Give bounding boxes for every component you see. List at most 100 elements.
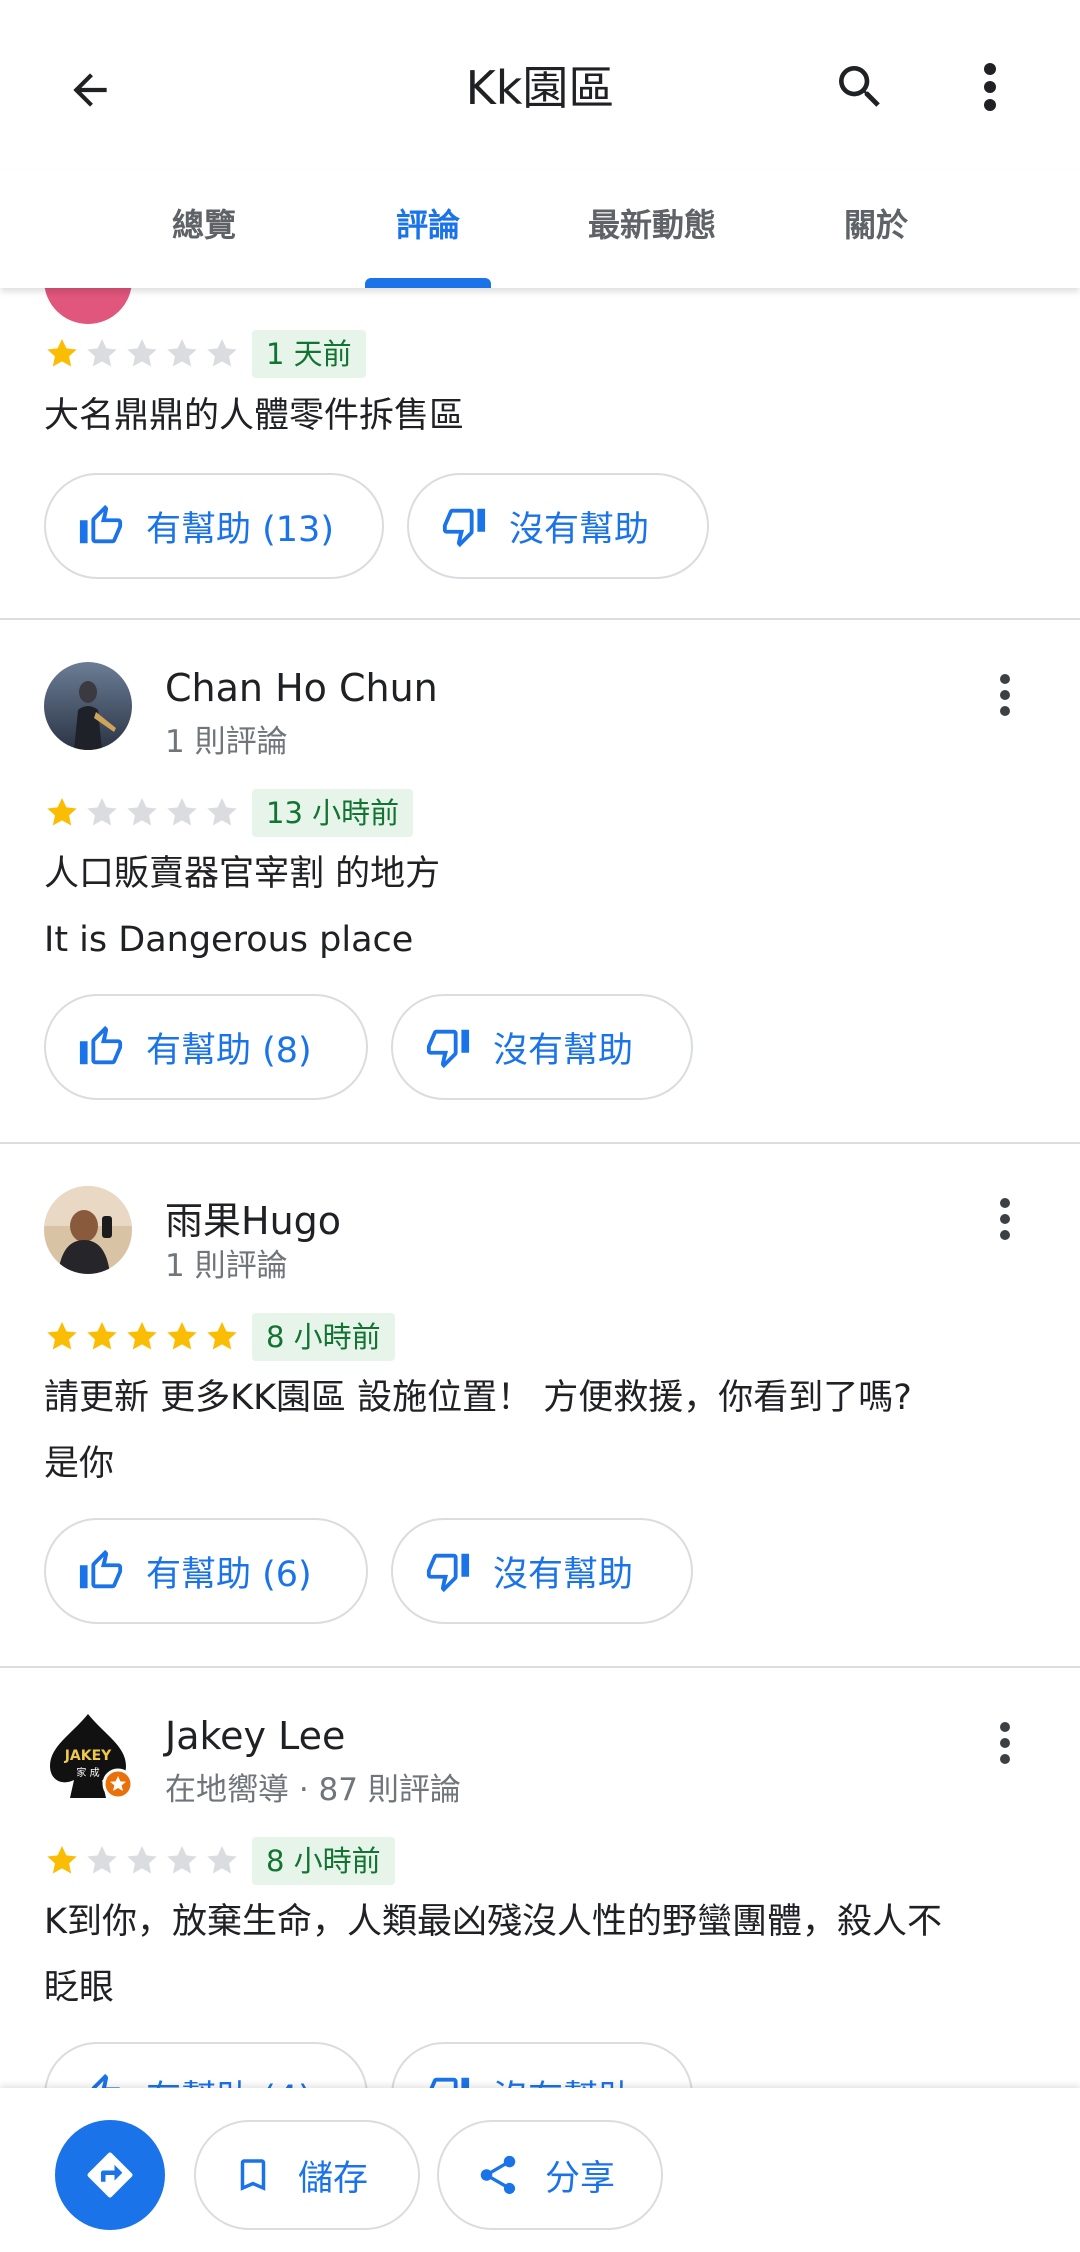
review-item: Chan Ho Chun 1 則評論 13 小時前 人口販賣器官宰割 的地方 I…: [0, 620, 1080, 1142]
bottom-action-bar: 儲存 分享: [0, 2088, 1080, 2252]
reviewer-meta: 1 則評論: [165, 724, 288, 760]
review-more-button[interactable]: [985, 1708, 1025, 1778]
avatar[interactable]: [44, 288, 132, 324]
star-empty-icon: [87, 1846, 117, 1874]
helpful-button[interactable]: 有幫助 (13): [44, 473, 384, 579]
review-text-line: 人口販賣器官宰割 的地方: [44, 854, 441, 894]
star-empty-icon: [87, 798, 117, 826]
active-tab-indicator: [365, 278, 491, 288]
directions-button[interactable]: [55, 2120, 165, 2230]
reviewer-name[interactable]: Chan Ho Chun: [165, 666, 438, 710]
more-options-button[interactable]: [955, 52, 1025, 122]
review-text: 人口販賣器官宰割 的地方 It is Dangerous place: [44, 841, 1034, 973]
reviewer-name[interactable]: 雨果Hugo: [165, 1190, 341, 1245]
helpful-button[interactable]: 有幫助 (6): [44, 1518, 368, 1624]
directions-icon: [87, 2152, 133, 2198]
not-helpful-label: 沒有幫助: [493, 1554, 634, 1595]
thumb-down-icon: [442, 508, 486, 548]
not-helpful-label: 沒有幫助: [493, 1030, 634, 1071]
review-text-line: It is Dangerous place: [44, 920, 414, 960]
star-rating: [44, 336, 240, 372]
star-empty-icon: [127, 339, 157, 367]
app-bar: Kk園區: [0, 0, 1080, 170]
star-filled-icon: [127, 1322, 157, 1350]
thumb-down-icon: [426, 1029, 470, 1069]
review-text-line: 是你: [44, 1444, 115, 1484]
avatar-subtext: 家 成: [76, 1766, 99, 1779]
thumb-up-icon: [79, 504, 123, 544]
more-vert-icon: [1000, 1198, 1010, 1240]
bookmark-icon: [240, 2159, 266, 2191]
star-rating: [44, 795, 240, 831]
star-empty-icon: [127, 798, 157, 826]
review-date: 8 小時前: [252, 1837, 395, 1885]
helpful-button[interactable]: 有幫助 (4): [44, 2042, 368, 2088]
review-date: 8 小時前: [252, 1313, 395, 1361]
not-helpful-button[interactable]: 沒有幫助: [391, 1518, 693, 1624]
avatar[interactable]: [44, 1186, 132, 1274]
avatar[interactable]: JAKEY 家 成: [44, 1710, 134, 1800]
not-helpful-button[interactable]: 沒有幫助: [407, 473, 709, 579]
not-helpful-label: 沒有幫助: [493, 2070, 633, 2089]
tab-bar: 總覽 評論 最新動態 關於: [0, 170, 1080, 288]
star-rating: [44, 1843, 240, 1879]
share-button[interactable]: 分享: [437, 2120, 663, 2230]
star-filled-icon: [47, 339, 77, 367]
star-filled-icon: [207, 1322, 237, 1350]
search-button[interactable]: [825, 52, 895, 122]
save-label: 儲存: [298, 2158, 369, 2199]
star-filled-icon: [47, 1322, 77, 1350]
reviewer-meta: 1 則評論: [165, 1248, 288, 1284]
thumb-down-icon: [426, 1553, 470, 1593]
review-date: 13 小時前: [252, 789, 414, 837]
tab-updates[interactable]: 最新動態: [540, 200, 764, 246]
reviews-list[interactable]: 1 天前 大名鼎鼎的人體零件拆售區 有幫助 (13) 沒有幫助 Chan Ho …: [0, 288, 1080, 2088]
review-text-line: 大名鼎鼎的人體零件拆售區: [44, 396, 465, 436]
not-helpful-button[interactable]: 沒有幫助: [391, 994, 693, 1100]
helpful-label: 有幫助 (4): [146, 2070, 312, 2089]
reviewer-meta: 在地嚮導 · 87 則評論: [165, 1772, 461, 1808]
review-more-button[interactable]: [985, 1184, 1025, 1254]
helpful-button[interactable]: 有幫助 (8): [44, 994, 368, 1100]
avatar-text: JAKEY: [64, 1748, 112, 1764]
star-empty-icon: [167, 798, 197, 826]
review-item: 1 天前 大名鼎鼎的人體零件拆售區 有幫助 (13) 沒有幫助: [0, 288, 1080, 618]
review-item: 雨果Hugo 1 則評論 8 小時前 請更新 更多KK園區 設施位置！ 方便救援…: [0, 1144, 1080, 1666]
star-empty-icon: [87, 339, 117, 367]
more-vert-icon: [1000, 1722, 1010, 1764]
review-text-line: 眨眼: [44, 1968, 115, 2008]
more-vert-icon: [984, 63, 996, 111]
star-filled-icon: [167, 1322, 197, 1350]
star-empty-icon: [127, 1846, 157, 1874]
not-helpful-button[interactable]: 沒有幫助: [391, 2042, 693, 2088]
thumb-up-icon: [79, 1549, 123, 1589]
review-text: K到你，放棄生命，人類最凶殘沒人性的野蠻團體，殺人不 眨眼: [44, 1889, 1034, 2021]
tab-overview[interactable]: 總覽: [92, 200, 316, 246]
helpful-label: 有幫助 (6): [146, 1554, 312, 1595]
star-filled-icon: [47, 798, 77, 826]
review-text-line: 請更新 更多KK園區 設施位置！ 方便救援，你看到了嗎?: [44, 1378, 912, 1418]
search-icon: [839, 66, 880, 107]
review-date: 1 天前: [252, 330, 366, 378]
tab-about[interactable]: 關於: [764, 200, 988, 246]
reviewer-name[interactable]: Jakey Lee: [165, 1714, 345, 1758]
tab-reviews[interactable]: 評論: [316, 200, 540, 246]
thumb-up-icon: [79, 1025, 123, 1065]
review-text: 大名鼎鼎的人體零件拆售區: [44, 383, 1034, 449]
more-vert-icon: [1000, 674, 1010, 716]
star-rating: [44, 1319, 240, 1355]
page-title: Kk園區: [465, 61, 615, 115]
star-empty-icon: [167, 339, 197, 367]
review-more-button[interactable]: [985, 660, 1025, 730]
thumb-up-icon: [91, 2073, 121, 2088]
star-empty-icon: [167, 1846, 197, 1874]
star-empty-icon: [207, 798, 237, 826]
review-text: 請更新 更多KK園區 設施位置！ 方便救援，你看到了嗎? 是你: [44, 1365, 1034, 1497]
helpful-label: 有幫助 (8): [146, 1030, 312, 1071]
not-helpful-label: 沒有幫助: [509, 509, 650, 550]
star-filled-icon: [87, 1322, 117, 1350]
avatar[interactable]: [44, 662, 132, 750]
star-filled-icon: [47, 1846, 77, 1874]
save-button[interactable]: 儲存: [194, 2120, 420, 2230]
star-empty-icon: [207, 1846, 237, 1874]
